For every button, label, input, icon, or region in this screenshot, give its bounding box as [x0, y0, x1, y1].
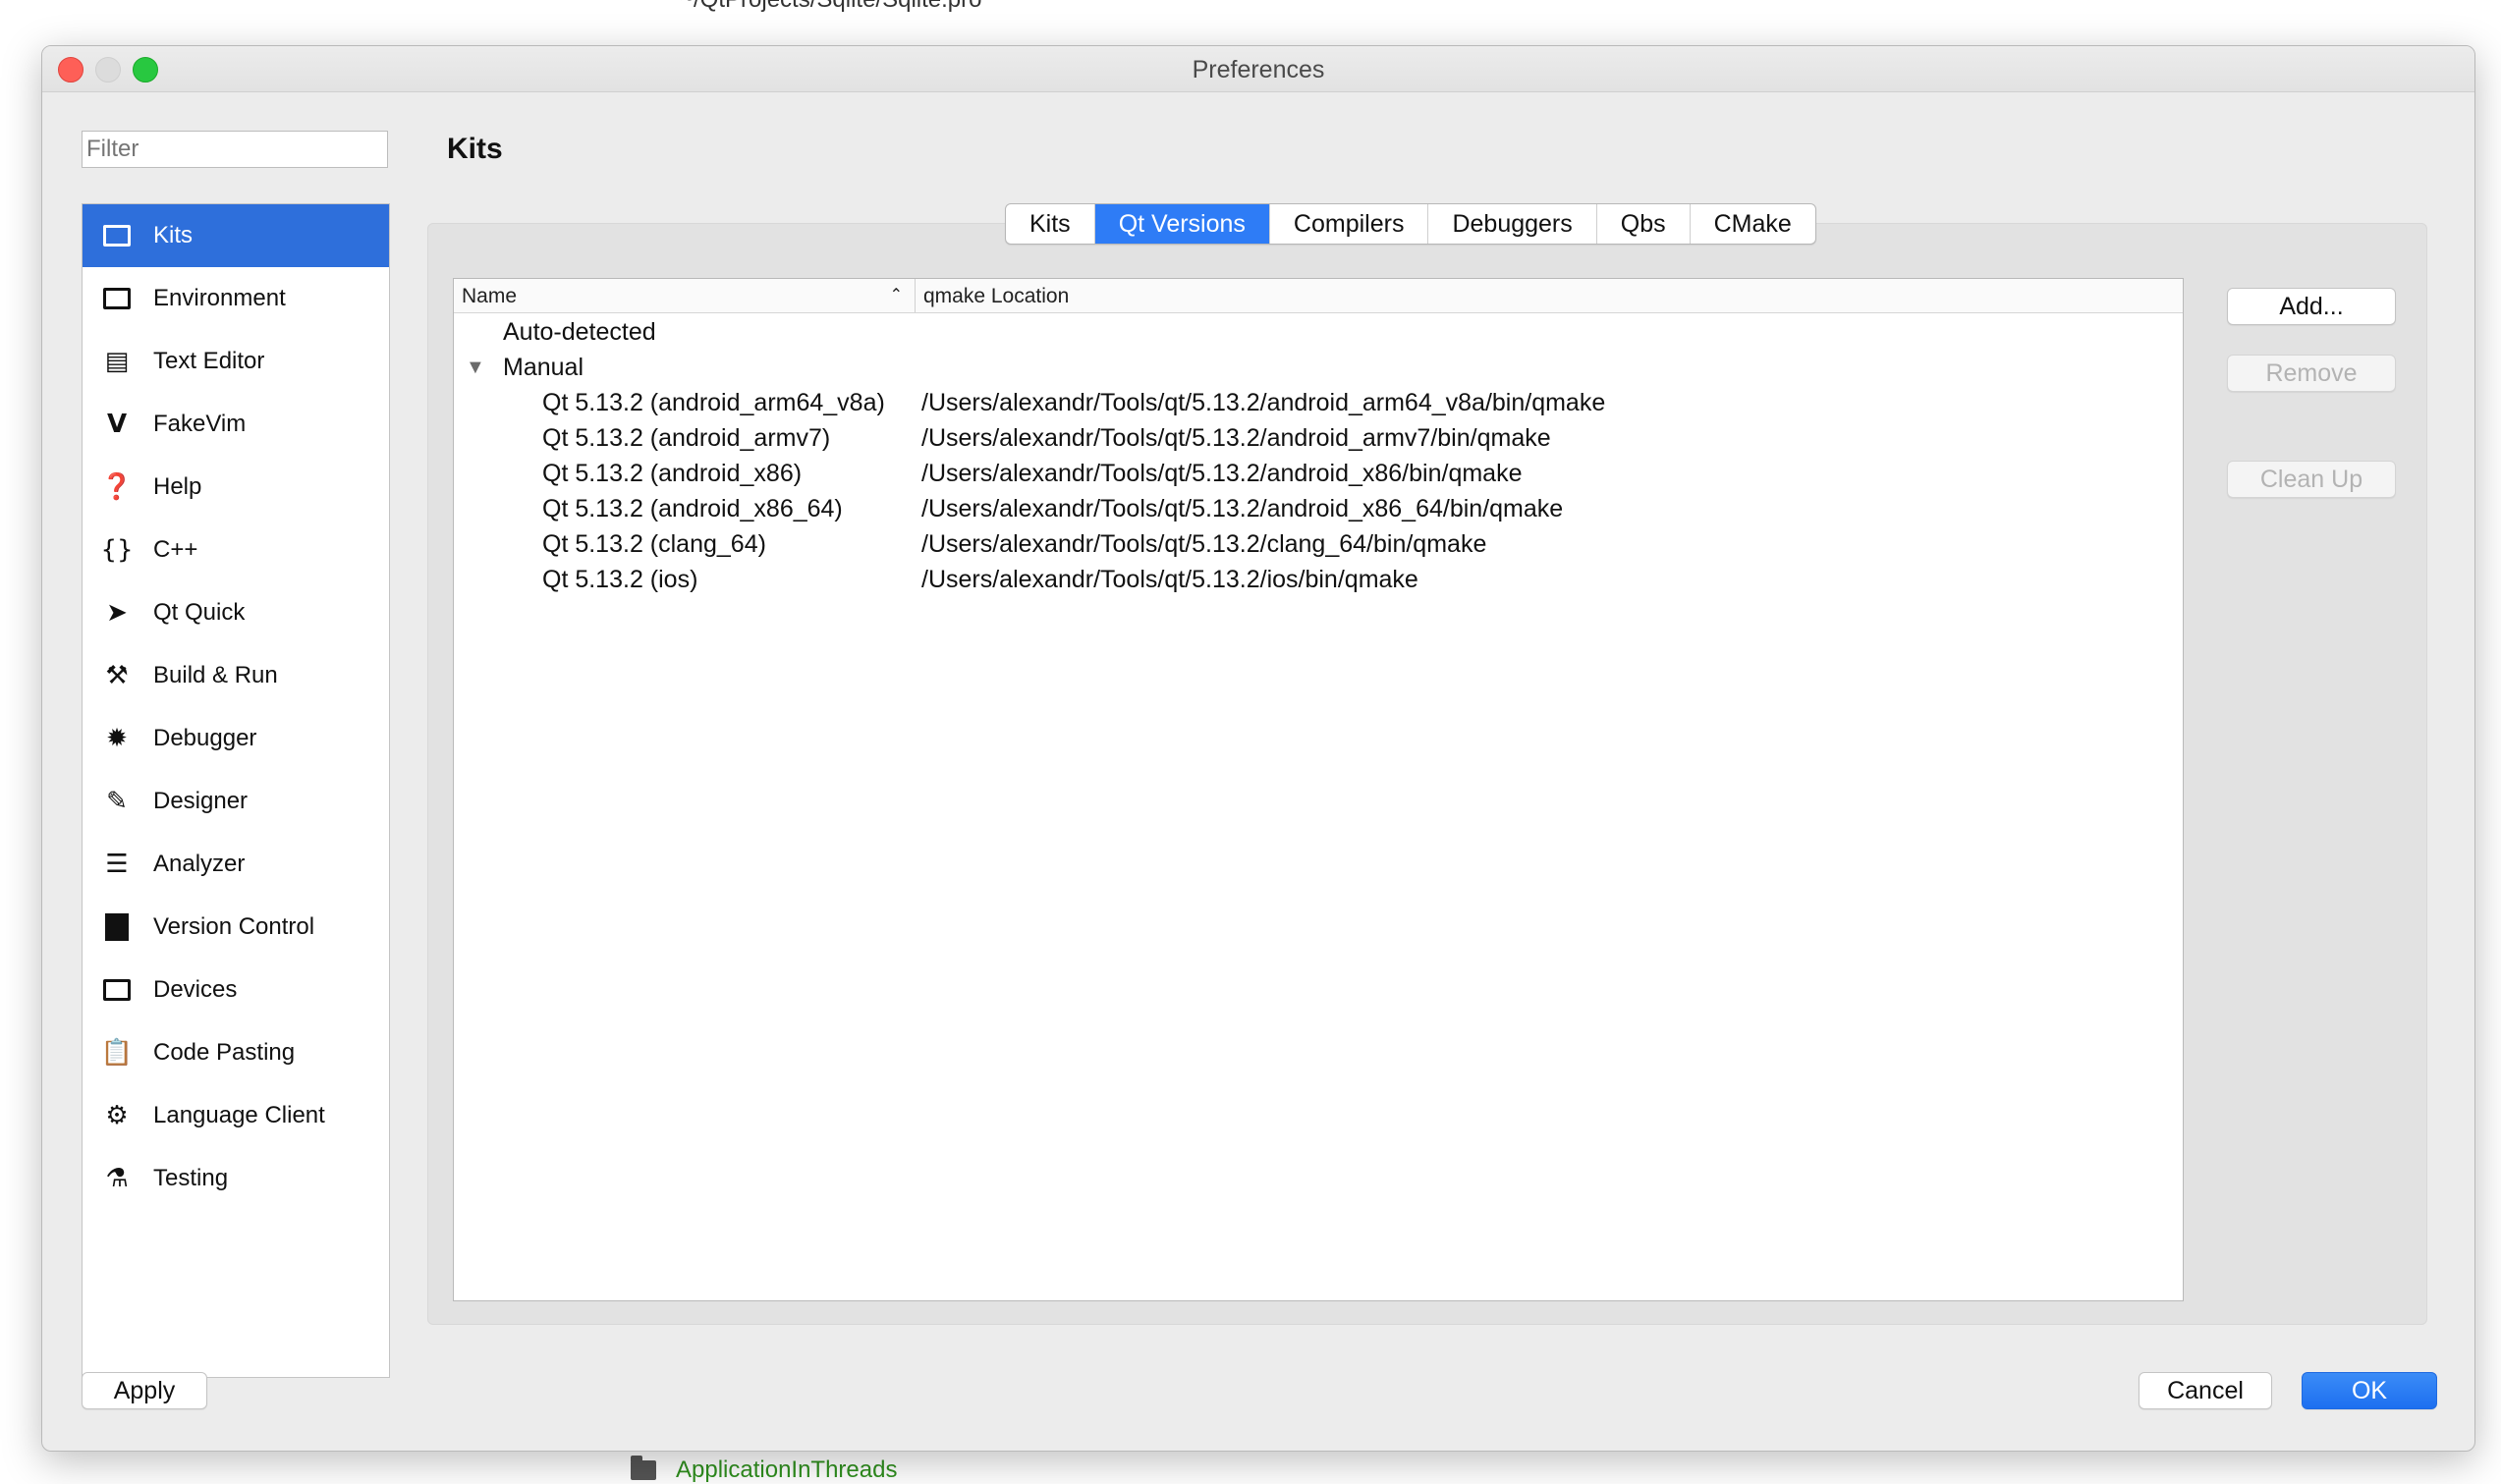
tree-group-manual[interactable]: ▼ Manual	[454, 350, 2183, 385]
sidebar-item-label: Testing	[153, 1165, 229, 1191]
sidebar-item-label: C++	[153, 536, 198, 563]
group-label: Manual	[503, 354, 584, 381]
clean-up-button[interactable]: Clean Up	[2227, 461, 2396, 498]
fakevim-icon: V	[106, 410, 128, 439]
sidebar-item-qt-quick[interactable]: ➤ Qt Quick	[83, 581, 389, 644]
page-title: Kits	[447, 133, 503, 165]
tree-header: Name ⌃ qmake Location	[454, 279, 2183, 313]
filter-input[interactable]	[82, 131, 388, 168]
sidebar-item-label: Text Editor	[153, 348, 265, 374]
cancel-button[interactable]: Cancel	[2139, 1372, 2272, 1409]
column-header-name[interactable]: Name ⌃	[454, 279, 916, 312]
help-icon: ❓	[100, 472, 134, 502]
sort-ascending-icon: ⌃	[889, 287, 903, 303]
hammer-icon: ⚒	[105, 661, 129, 690]
add-button[interactable]: Add...	[2227, 288, 2396, 325]
flask-icon: ⚗	[105, 1164, 129, 1193]
preferences-sidebar: Kits Environment ▤ Text Editor V FakeVim…	[82, 203, 390, 1378]
remove-button[interactable]: Remove	[2227, 355, 2396, 392]
sidebar-item-label: Help	[153, 473, 202, 500]
tab-compilers[interactable]: Compilers	[1270, 204, 1429, 244]
sidebar-item-label: Version Control	[153, 913, 315, 940]
window-title: Preferences	[1192, 56, 1325, 83]
sidebar-item-text-editor[interactable]: ▤ Text Editor	[83, 330, 389, 393]
pencil-icon: ✎	[106, 787, 128, 816]
sidebar-item-label: Language Client	[153, 1102, 325, 1128]
analyzer-icon: ☰	[105, 850, 129, 879]
tab-kits[interactable]: Kits	[1006, 204, 1095, 244]
sidebar-item-label: Build & Run	[153, 662, 278, 688]
sidebar-item-label: Debugger	[153, 725, 257, 751]
sidebar-item-label: FakeVim	[153, 411, 247, 437]
kits-icon	[100, 219, 134, 252]
sidebar-item-designer[interactable]: ✎ Designer	[83, 770, 389, 833]
tree-group-auto-detected[interactable]: Auto-detected	[454, 314, 2183, 350]
paper-plane-icon: ➤	[106, 598, 128, 628]
sidebar-item-code-pasting[interactable]: 📋 Code Pasting	[83, 1021, 389, 1084]
sidebar-item-kits[interactable]: Kits	[83, 204, 389, 267]
background-project-path: ~/QtProjects/Sqlite/Sqlite.pro	[680, 0, 981, 14]
sidebar-item-label: Designer	[153, 788, 249, 814]
bug-icon: ✹	[106, 724, 128, 753]
sidebar-item-help[interactable]: ❓ Help	[83, 456, 389, 519]
sidebar-item-label: Devices	[153, 976, 238, 1003]
sidebar-item-label: Environment	[153, 285, 286, 311]
background-project-label: ApplicationInThreads	[676, 1457, 898, 1483]
text-editor-icon: ▤	[104, 347, 130, 376]
folder-icon	[631, 1456, 656, 1480]
sidebar-item-testing[interactable]: ⚗ Testing	[83, 1147, 389, 1210]
sidebar-item-debugger[interactable]: ✹ Debugger	[83, 707, 389, 770]
sidebar-item-label: Kits	[153, 222, 194, 248]
clipboard-icon: 📋	[100, 1038, 134, 1068]
tab-qt-versions[interactable]: Qt Versions	[1094, 204, 1270, 244]
expand-triangle-icon[interactable]: ▼	[466, 350, 485, 385]
braces-icon: {}	[100, 535, 134, 565]
version-control-icon	[100, 910, 134, 944]
tab-debuggers[interactable]: Debuggers	[1428, 204, 1597, 244]
sidebar-item-language-client[interactable]: ⚙ Language Client	[83, 1084, 389, 1147]
sidebar-item-version-control[interactable]: Version Control	[83, 896, 389, 959]
column-header-qmake-location[interactable]: qmake Location	[916, 279, 2183, 312]
sidebar-item-label: Qt Quick	[153, 599, 246, 626]
background-project-item: ApplicationInThreads	[631, 1456, 898, 1484]
sidebar-item-analyzer[interactable]: ☰ Analyzer	[83, 833, 389, 896]
group-label: Auto-detected	[503, 318, 656, 346]
language-client-icon: ⚙	[105, 1101, 129, 1130]
sidebar-item-devices[interactable]: Devices	[83, 959, 389, 1021]
tab-qbs[interactable]: Qbs	[1597, 204, 1691, 244]
sidebar-item-cpp[interactable]: {} C++	[83, 519, 389, 581]
preferences-window: Preferences Kits Environment ▤ Text Edit…	[41, 45, 2475, 1452]
sidebar-item-build-run[interactable]: ⚒ Build & Run	[83, 644, 389, 707]
ok-button[interactable]: OK	[2302, 1372, 2437, 1409]
apply-button[interactable]: Apply	[82, 1372, 207, 1409]
tab-cmake[interactable]: CMake	[1691, 204, 1815, 244]
qt-versions-tree[interactable]: Name ⌃ qmake Location Auto-detected ▼ Ma…	[453, 278, 2184, 1301]
sidebar-item-label: Code Pasting	[153, 1039, 296, 1066]
sidebar-item-label: Analyzer	[153, 851, 246, 877]
sidebar-item-fakevim[interactable]: V FakeVim	[83, 393, 389, 456]
devices-icon	[100, 973, 134, 1007]
tab-bar: Kits Qt Versions Compilers Debuggers Qbs…	[1005, 203, 1816, 245]
sidebar-item-environment[interactable]: Environment	[83, 267, 389, 330]
monitor-icon	[100, 282, 134, 315]
title-bar: Preferences	[42, 46, 2474, 92]
